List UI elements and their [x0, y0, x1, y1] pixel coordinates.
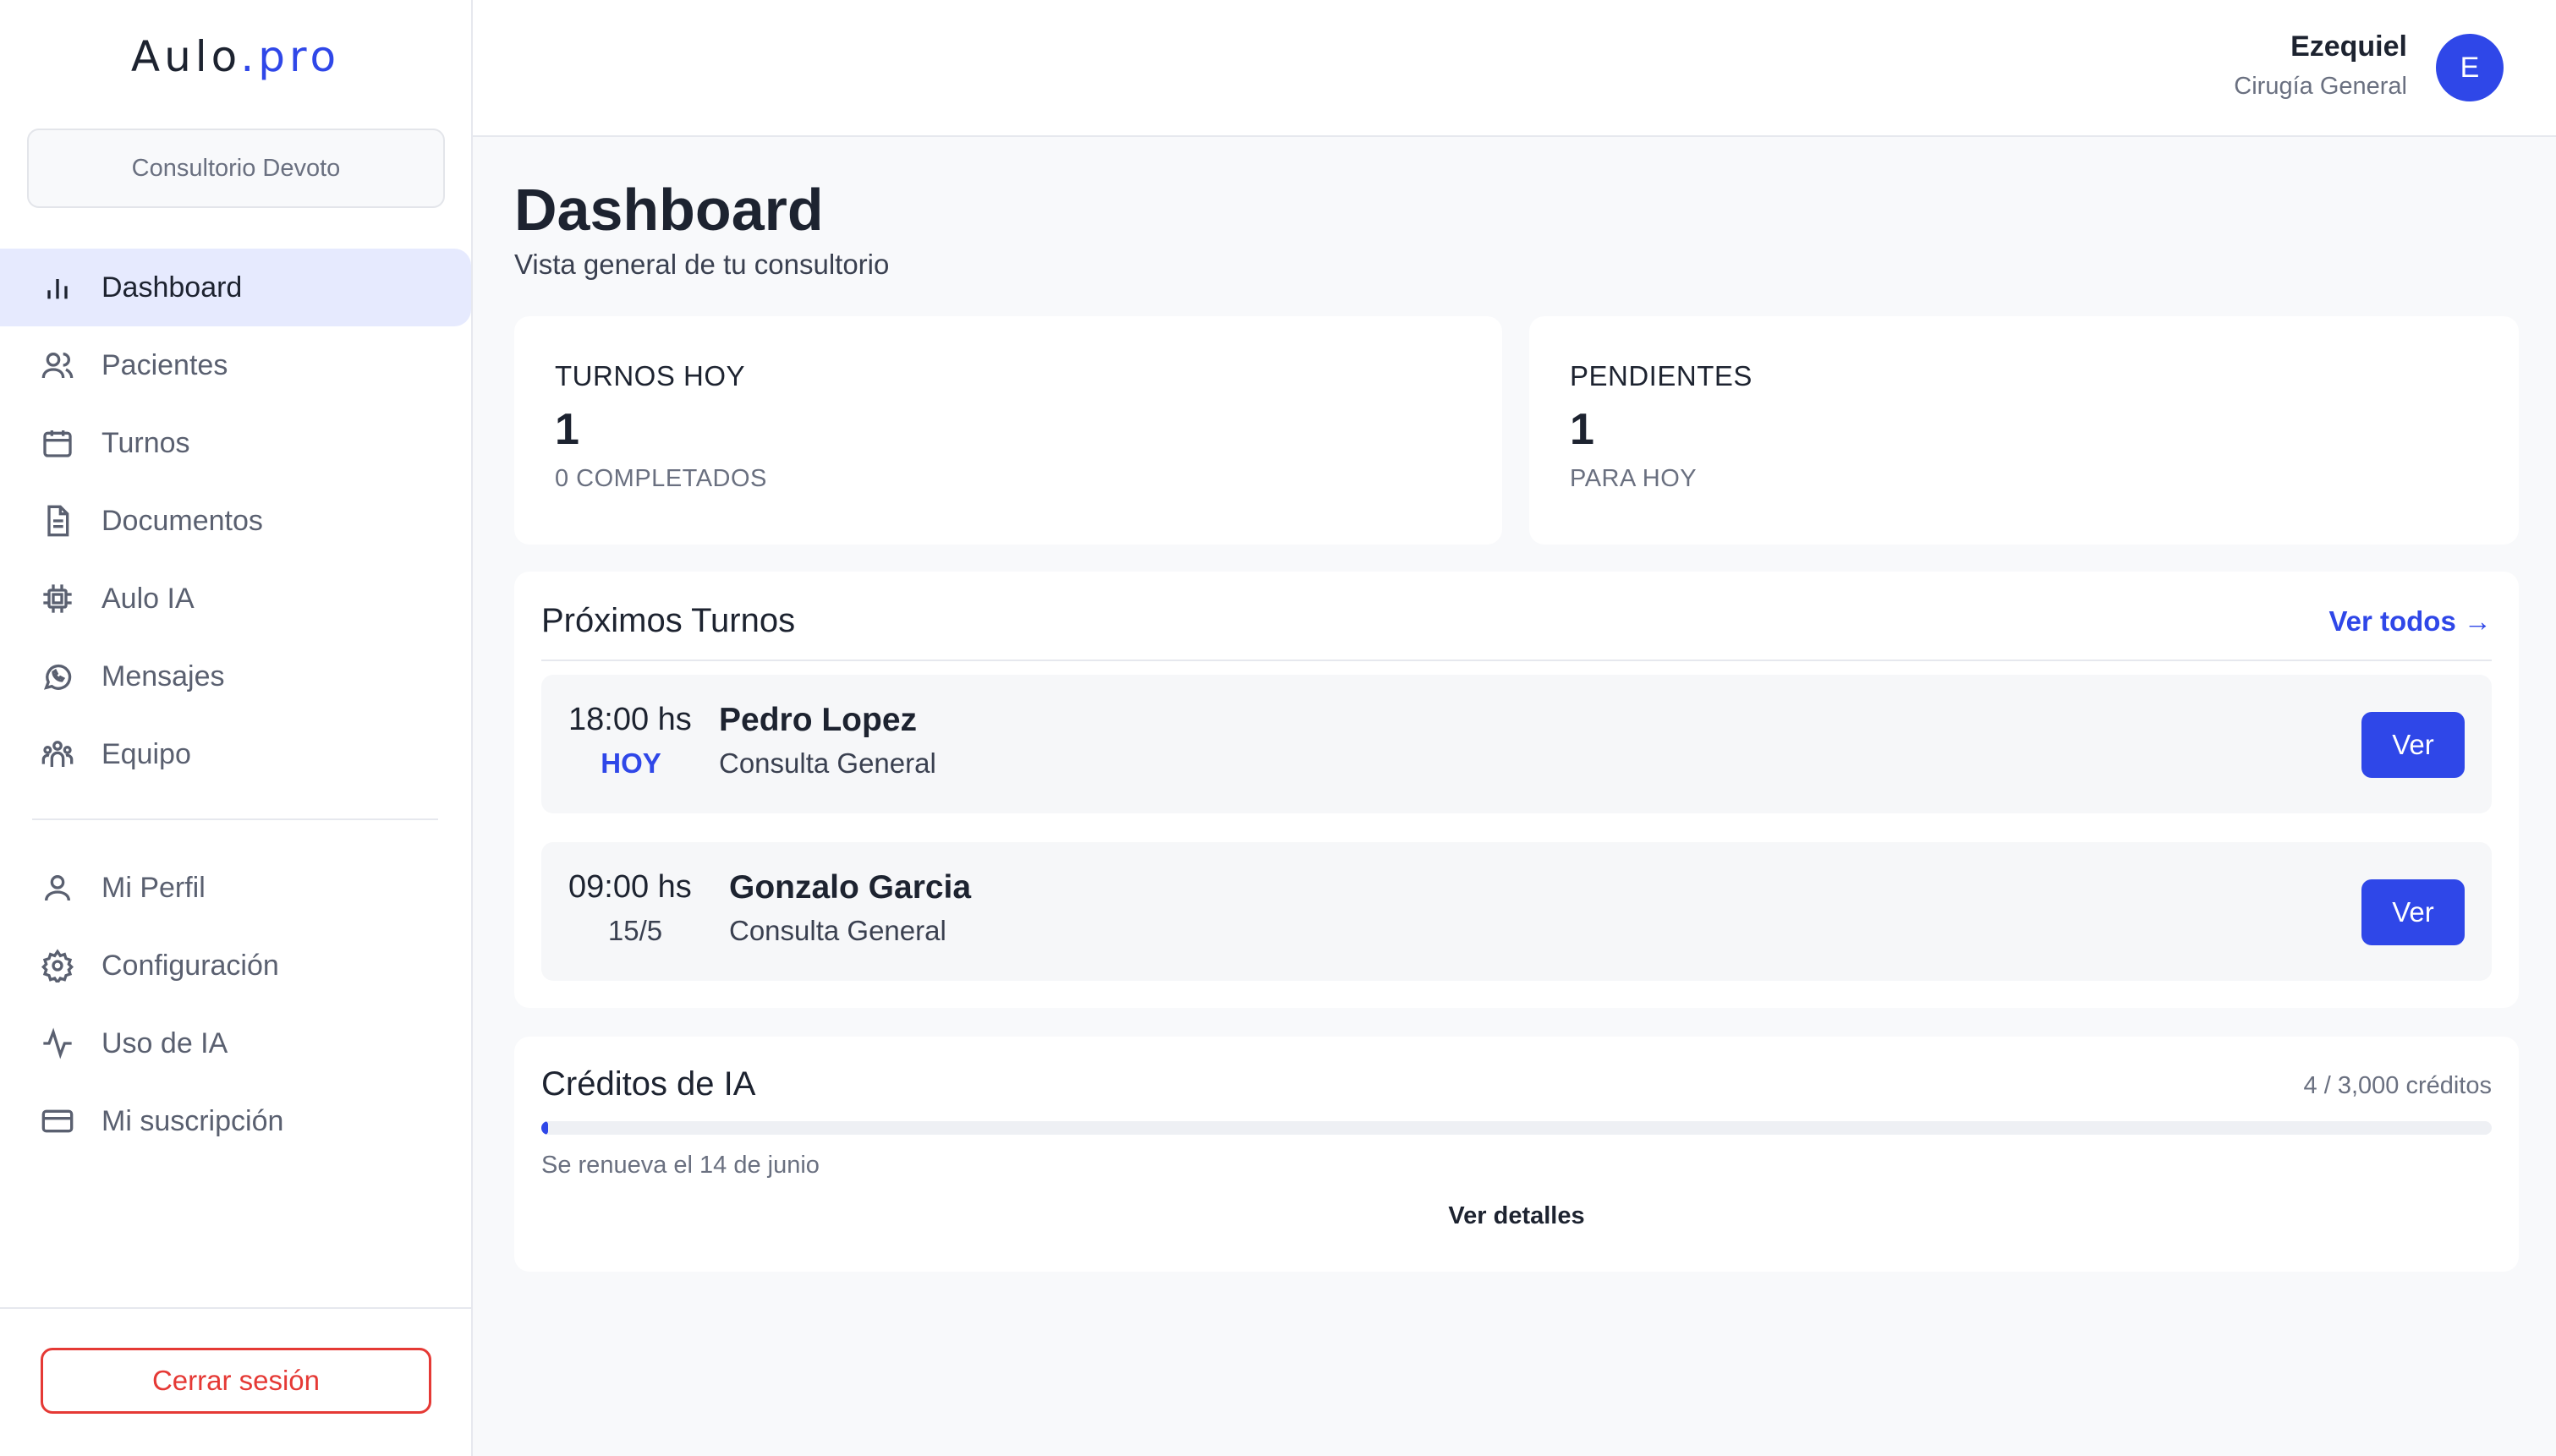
sidebar-item-label: Documentos	[101, 504, 263, 537]
sidebar-item-label: Turnos	[101, 426, 190, 459]
card-title: Créditos de IA	[541, 1065, 756, 1103]
brand-suffix: pro	[258, 32, 341, 81]
appointment-row[interactable]: 18:00 hs HOY Pedro Lopez Consulta Genera…	[541, 675, 2492, 813]
credit-card-icon	[39, 1103, 76, 1140]
stat-value: 1	[555, 405, 579, 454]
secondary-nav: Mi Perfil Configuración Uso de IA Mi sus…	[0, 849, 471, 1160]
sidebar: Aulo.pro Consultorio Devoto Dashboard Pa…	[0, 0, 473, 1456]
calendar-icon	[39, 424, 76, 462]
sidebar-footer-divider	[0, 1307, 471, 1309]
appointment-row[interactable]: 09:00 hs 15/5 Gonzalo Garcia Consulta Ge…	[541, 842, 2492, 981]
ai-credits-card: Créditos de IA 4 / 3,000 créditos Se ren…	[514, 1037, 2519, 1272]
sidebar-item-label: Mi suscripción	[101, 1104, 284, 1137]
sidebar-item-configuracion[interactable]: Configuración	[0, 927, 471, 1004]
user-icon	[39, 869, 76, 906]
sidebar-item-suscripcion[interactable]: Mi suscripción	[0, 1082, 471, 1160]
sidebar-item-label: Mensajes	[101, 660, 225, 692]
top-header: Ezequiel Cirugía General E	[473, 0, 2556, 137]
app-root: Aulo.pro Consultorio Devoto Dashboard Pa…	[0, 0, 2556, 1456]
sidebar-divider	[32, 818, 438, 820]
avatar[interactable]: E	[2436, 34, 2504, 101]
sidebar-item-turnos[interactable]: Turnos	[0, 404, 471, 482]
user-role: Cirugía General	[2234, 73, 2407, 100]
sidebar-item-label: Uso de IA	[101, 1026, 228, 1059]
stat-card-turnos-hoy: TURNOS HOY 1 0 COMPLETADOS	[514, 316, 1502, 545]
team-icon	[39, 736, 76, 773]
brand-logo[interactable]: Aulo.pro	[0, 32, 471, 81]
stat-label: PENDIENTES	[1570, 360, 1752, 391]
credits-progress-bar	[541, 1121, 2492, 1135]
activity-icon	[39, 1025, 76, 1062]
brand-dot: .	[240, 32, 259, 81]
view-appointment-button[interactable]: Ver	[2361, 879, 2465, 945]
credits-progress-fill	[541, 1121, 549, 1135]
sidebar-item-label: Equipo	[101, 737, 191, 770]
sidebar-item-equipo[interactable]: Equipo	[0, 715, 471, 793]
appointment-day: 15/5	[607, 915, 663, 946]
chip-icon	[39, 580, 76, 617]
user-name: Ezequiel	[2290, 30, 2407, 63]
bar-chart-icon	[39, 269, 76, 306]
stat-card-pendientes: PENDIENTES 1 PARA HOY	[1529, 316, 2519, 545]
sidebar-item-documentos[interactable]: Documentos	[0, 482, 471, 560]
sidebar-item-dashboard[interactable]: Dashboard	[0, 249, 471, 326]
brand-name: Aulo	[130, 32, 241, 81]
appointment-type: Consulta General	[729, 915, 946, 946]
gear-icon	[39, 947, 76, 984]
main-nav: Dashboard Pacientes Turnos Documentos Au…	[0, 249, 471, 793]
sidebar-item-mi-perfil[interactable]: Mi Perfil	[0, 849, 471, 927]
stat-label: TURNOS HOY	[555, 360, 746, 391]
page-title: Dashboard	[514, 177, 824, 243]
users-icon	[39, 347, 76, 384]
renew-date: Se renueva el 14 de junio	[541, 1152, 820, 1179]
sidebar-item-label: Mi Perfil	[101, 871, 206, 904]
sidebar-item-label: Pacientes	[101, 348, 228, 381]
patient-name: Pedro Lopez	[719, 702, 918, 738]
appointment-type: Consulta General	[719, 747, 936, 779]
document-icon	[39, 502, 76, 539]
sidebar-item-label: Configuración	[101, 949, 279, 982]
view-appointment-button[interactable]: Ver	[2361, 712, 2465, 778]
sidebar-item-uso-ia[interactable]: Uso de IA	[0, 1004, 471, 1082]
stat-sub: 0 COMPLETADOS	[555, 465, 767, 492]
card-title: Próximos Turnos	[541, 602, 796, 639]
logout-button[interactable]: Cerrar sesión	[41, 1348, 431, 1414]
page-subtitle: Vista general de tu consultorio	[514, 249, 890, 280]
sidebar-item-mensajes[interactable]: Mensajes	[0, 638, 471, 715]
sidebar-item-label: Dashboard	[101, 271, 243, 304]
stat-value: 1	[1570, 405, 1594, 454]
appointment-day: HOY	[601, 747, 661, 779]
sidebar-item-pacientes[interactable]: Pacientes	[0, 326, 471, 404]
whatsapp-icon	[39, 658, 76, 695]
card-divider	[541, 660, 2492, 661]
appointment-time: 09:00 hs	[568, 869, 692, 905]
patient-name: Gonzalo Garcia	[729, 869, 972, 906]
stat-sub: PARA HOY	[1570, 465, 1698, 492]
sidebar-item-aulo-ia[interactable]: Aulo IA	[0, 560, 471, 638]
view-details-link[interactable]: Ver detalles	[514, 1202, 2519, 1230]
view-all-link[interactable]: Ver todos →	[2328, 605, 2492, 638]
sidebar-item-label: Aulo IA	[101, 582, 195, 615]
upcoming-appointments-card: Próximos Turnos Ver todos → 18:00 hs HOY…	[514, 572, 2519, 1008]
credits-usage: 4 / 3,000 créditos	[2303, 1072, 2492, 1099]
clinic-selector[interactable]: Consultorio Devoto	[27, 129, 445, 208]
appointment-time: 18:00 hs	[568, 702, 692, 737]
